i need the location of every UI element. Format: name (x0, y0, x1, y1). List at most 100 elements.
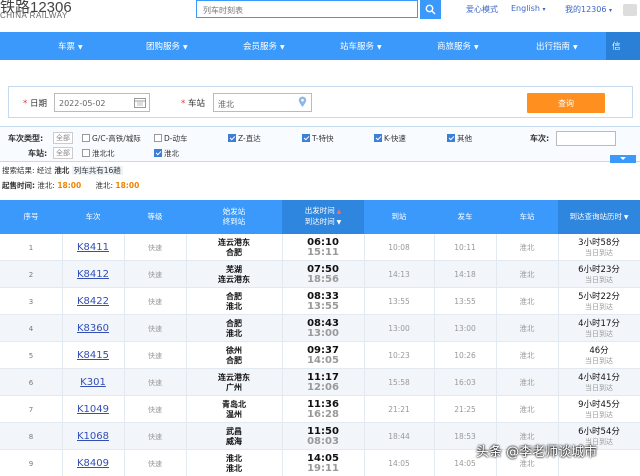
filter-k[interactable]: K-快速 (374, 133, 406, 144)
checkbox-t[interactable] (302, 134, 310, 142)
nav-label: 团购服务 (146, 42, 181, 52)
sort-down-icon: ▼ (621, 213, 629, 221)
cell-grade: 快速 (124, 288, 186, 315)
origin-station: 武昌 (226, 426, 242, 436)
cell-grade: 快速 (124, 342, 186, 369)
stop-arrive-time: 18:44 (388, 431, 410, 441)
train-number-link[interactable]: K301 (80, 377, 106, 388)
location-pin-icon[interactable] (298, 96, 307, 108)
language-link[interactable]: English ▾ (511, 4, 545, 13)
row-index: 8 (28, 432, 34, 441)
summary-station: 淮北 (54, 166, 70, 175)
train-number-input[interactable] (556, 131, 616, 146)
header-duration-label: 到达查询站历时 (569, 211, 622, 221)
cell-times: 08:33 13:55 (282, 288, 364, 315)
stop-depart-time: 14:05 (454, 458, 476, 468)
checkbox-huaibeibei[interactable] (82, 149, 90, 157)
date-value: 2022-05-02 (59, 99, 106, 108)
checkbox-huaibei[interactable] (154, 149, 162, 157)
column-divider (282, 396, 283, 422)
filter-gc[interactable]: G/C-高铁/城际 (82, 133, 141, 144)
filter-t[interactable]: T-特快 (302, 133, 334, 144)
cell-train: K8411 (62, 234, 124, 261)
search-input[interactable]: 列车时刻表 (196, 0, 418, 18)
header-duration-sort[interactable]: 到达查询站历时 ▼ (569, 212, 628, 223)
train-number-link[interactable]: K8360 (77, 323, 109, 334)
train-number-link[interactable]: K1049 (77, 404, 109, 415)
train-number-link[interactable]: K8422 (77, 296, 109, 307)
stop-depart-time: 18:53 (454, 431, 476, 441)
cell-times: 07:50 18:56 (282, 261, 364, 288)
search-button[interactable] (420, 0, 441, 19)
filter-station-huaibeibei[interactable]: 淮北北 (82, 148, 115, 159)
origin-station: 淮北 (226, 453, 242, 463)
arrive-time: 16:28 (307, 408, 339, 420)
train-number-link[interactable]: K8411 (77, 242, 109, 253)
nav-item-station[interactable]: 站车服务 ▼ (340, 40, 382, 52)
train-type-all-button[interactable]: 全部 (53, 132, 73, 144)
stop-arrive-time: 13:55 (388, 296, 410, 306)
checkbox-gc[interactable] (82, 134, 90, 142)
cell-duration: 3小时58分 当日到达 (558, 234, 640, 261)
cell-stations: 连云港东 广州 (186, 369, 282, 396)
header-duration[interactable]: 到达查询站历时 ▼ (558, 200, 640, 234)
sort-down-icon: ▼ (334, 219, 342, 226)
nav-item-tickets[interactable]: 车票 ▼ (58, 40, 83, 52)
header-times[interactable]: 出发时间 ▲ 到达时间 ▼ (282, 200, 364, 234)
nav-item-group[interactable]: 团购服务 ▼ (146, 40, 188, 52)
care-mode-link[interactable]: 爱心模式 (466, 4, 498, 15)
column-divider (496, 396, 497, 422)
header-depart-label: 出发时间 (304, 206, 335, 215)
column-divider (434, 369, 435, 395)
filter-station-huaibei[interactable]: 淮北 (154, 148, 179, 159)
stop-station: 淮北 (519, 377, 535, 387)
duration: 3小时58分 (578, 237, 620, 248)
train-number-link[interactable]: K8409 (77, 458, 109, 469)
station-all-button[interactable]: 全部 (53, 147, 73, 159)
checkbox-d[interactable] (154, 134, 162, 142)
station-input[interactable]: 淮北 (213, 93, 312, 112)
date-input[interactable]: 2022-05-02 (54, 93, 150, 112)
train-number-link[interactable]: K1068 (77, 431, 109, 442)
calendar-icon[interactable] (134, 97, 146, 108)
cell-stations: 合肥 淮北 (186, 288, 282, 315)
column-divider (434, 261, 435, 287)
filter-other[interactable]: 其他 (447, 133, 472, 144)
column-divider (282, 423, 283, 449)
filter-z[interactable]: Z-直达 (228, 133, 261, 144)
nav-item-business[interactable]: 商旅服务 ▼ (437, 40, 479, 52)
nav-item-info[interactable]: 信 (606, 32, 640, 60)
filter-d[interactable]: D-动车 (154, 133, 187, 144)
train-number-link[interactable]: K8412 (77, 269, 109, 280)
depart-time: 11:50 (307, 425, 339, 437)
cell-train: K8422 (62, 288, 124, 315)
user-avatar[interactable] (623, 4, 637, 16)
header-arrive-time[interactable]: 到达时间 ▼ (305, 217, 342, 228)
column-divider (282, 288, 283, 314)
collapse-filter-button[interactable] (610, 155, 636, 163)
nav-label: 站车服务 (340, 42, 375, 52)
my-12306-label: 我的12306 (565, 5, 607, 14)
nav-item-member[interactable]: 会员服务 ▼ (243, 40, 285, 52)
nav-label: 出行指南 (536, 42, 571, 52)
chevron-down-icon: ▼ (573, 44, 578, 51)
stop-station: 淮北 (519, 431, 535, 441)
train-number-link[interactable]: K8415 (77, 350, 109, 361)
checkbox-z[interactable] (228, 134, 236, 142)
my-12306-link[interactable]: 我的12306 ▾ (565, 4, 612, 15)
checkbox-k[interactable] (374, 134, 382, 142)
station-label: * 车站 (181, 99, 205, 109)
cell-index: 7 (0, 396, 62, 423)
query-button[interactable]: 查询 (527, 93, 605, 113)
nav-item-guide[interactable]: 出行指南 ▼ (536, 40, 578, 52)
cell-grade: 快速 (124, 261, 186, 288)
cell-stop-arrive: 18:44 (364, 423, 434, 450)
duration: 46分 (589, 345, 609, 356)
table-row: 2 K8412 快速 芜湖 连云港东 07:50 18:56 14:13 14:18 淮北 6小时2… (0, 261, 640, 288)
header-depart-time[interactable]: 出发时间 ▲ (305, 206, 342, 217)
train-grade: 快速 (148, 270, 162, 279)
station-filter-label: 车站: (28, 149, 48, 158)
checkbox-other[interactable] (447, 134, 455, 142)
arrival-day: 当日到达 (585, 383, 613, 392)
train-grade: 快速 (148, 297, 162, 306)
